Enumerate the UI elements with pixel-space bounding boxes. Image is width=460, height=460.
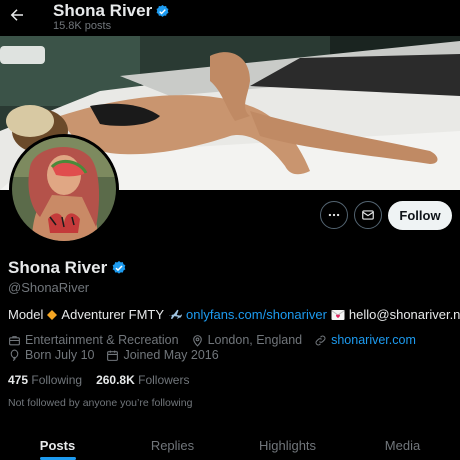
website: shonariver.com — [314, 333, 416, 347]
followers-label: Followers — [138, 373, 190, 387]
location-pin-icon — [192, 334, 202, 347]
joined-date: Joined May 2016 — [106, 348, 219, 362]
follow-counts: 475 Following 260.8K Followers — [8, 373, 189, 387]
profile-name: Shona River — [8, 258, 108, 277]
mutual-followers-note: Not followed by anyone you’re following — [8, 397, 193, 409]
profile-handle: @ShonaRiver — [8, 280, 90, 295]
following-label: Following — [31, 373, 83, 387]
tab-highlights[interactable]: Highlights — [230, 432, 345, 460]
bio-adventurer: Adventurer FMTY — [61, 307, 165, 322]
profile-bio: Model Adventurer FMTY onlyfans.com/shona… — [8, 307, 460, 322]
header-name: Shona River — [53, 1, 153, 20]
airplane-icon — [169, 309, 183, 319]
bio-email: hello@shonariver.net — [348, 307, 460, 322]
tab-media[interactable]: Media — [345, 432, 460, 460]
more-horizontal-icon — [328, 213, 340, 217]
briefcase-icon — [9, 335, 20, 345]
profile-tabs: Posts Replies Highlights Media — [0, 432, 460, 460]
love-letter-icon — [331, 309, 345, 320]
bio-onlyfans-link[interactable]: onlyfans.com/shonariver — [186, 307, 327, 322]
more-options-button[interactable] — [320, 201, 348, 229]
joined-label: Joined May 2016 — [123, 348, 219, 362]
following-link[interactable]: 475 Following — [8, 373, 82, 387]
profile-meta-row-1: Entertainment & Recreation London, Engla… — [8, 333, 416, 347]
category: Entertainment & Recreation — [8, 333, 179, 347]
balloon-icon — [10, 349, 19, 361]
posts-count: 15.8K posts — [53, 20, 112, 32]
website-link[interactable]: shonariver.com — [331, 333, 416, 347]
bio-model: Model — [8, 307, 44, 322]
location: London, England — [191, 333, 303, 347]
mail-icon — [362, 210, 374, 220]
followers-link[interactable]: 260.8K Followers — [96, 373, 189, 387]
profile-meta-row-2: Born July 10 Joined May 2016 — [8, 348, 219, 362]
follow-button[interactable]: Follow — [388, 201, 452, 230]
verified-badge-icon — [156, 4, 169, 17]
top-bar: Shona River 15.8K posts — [0, 0, 460, 36]
tab-posts[interactable]: Posts — [0, 432, 115, 460]
followers-count: 260.8K — [96, 373, 135, 387]
category-label: Entertainment & Recreation — [25, 333, 179, 347]
following-count: 475 — [8, 373, 29, 387]
profile-name-row: Shona River — [8, 258, 127, 278]
orange-diamond-icon — [47, 309, 58, 320]
link-icon — [315, 335, 326, 345]
tab-replies[interactable]: Replies — [115, 432, 230, 460]
message-button[interactable] — [354, 201, 382, 229]
verified-badge-icon[interactable] — [111, 260, 127, 276]
back-arrow-icon[interactable] — [8, 6, 30, 28]
location-label: London, England — [207, 333, 303, 347]
birthday-label: Born July 10 — [25, 348, 95, 362]
header-title: Shona River — [53, 1, 170, 21]
birthday: Born July 10 — [8, 348, 94, 362]
calendar-icon — [107, 350, 119, 361]
profile-avatar[interactable] — [9, 134, 119, 244]
